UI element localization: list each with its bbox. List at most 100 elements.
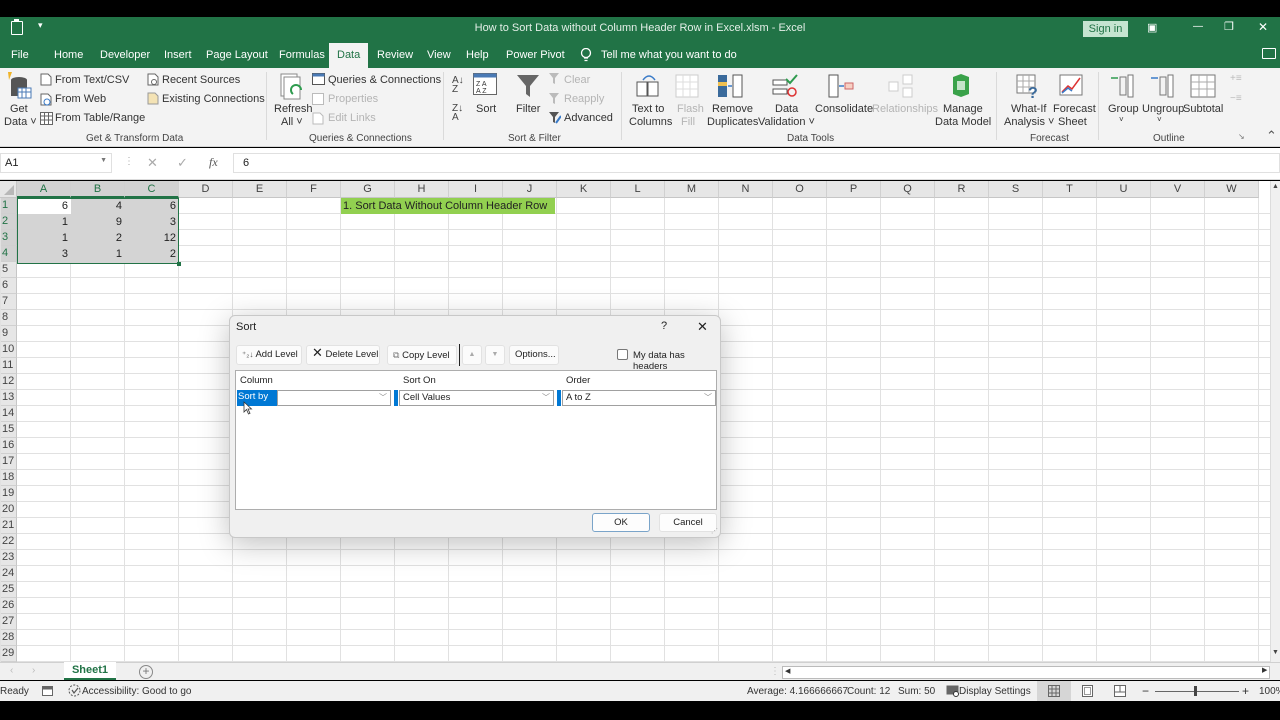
column-header-u[interactable]: U [1097, 181, 1151, 198]
resize-grip-icon[interactable]: ⋰ [711, 527, 718, 535]
column-header-f[interactable]: F [287, 181, 341, 198]
ok-button[interactable]: OK [592, 513, 650, 532]
column-header-o[interactable]: O [773, 181, 827, 198]
options-button[interactable]: Options... [509, 345, 559, 365]
normal-view-button[interactable] [1037, 681, 1071, 701]
page-break-view-icon[interactable] [1114, 685, 1126, 697]
tab-review[interactable]: Review [377, 49, 413, 61]
row-header-27[interactable]: 27 [0, 614, 17, 630]
row-header-18[interactable]: 18 [0, 470, 17, 486]
sign-in-button[interactable]: Sign in [1083, 21, 1128, 37]
outline-dialog-launcher[interactable]: ↘ [1238, 132, 1245, 141]
scroll-up-arrow-icon[interactable]: ▲ [1272, 183, 1279, 190]
row-header-1[interactable]: 1 [0, 198, 17, 214]
help-button[interactable]: ? [661, 320, 667, 332]
row-header-7[interactable]: 7 [0, 294, 17, 310]
cell-c3[interactable]: 12 [125, 230, 179, 246]
insert-function-button[interactable]: fx [209, 155, 218, 170]
minimize-button[interactable]: — [1193, 21, 1203, 32]
scroll-down-arrow-icon[interactable]: ▼ [1272, 649, 1279, 656]
add-sheet-button[interactable]: + [139, 665, 153, 679]
column-header-j[interactable]: J [503, 181, 557, 198]
delete-level-button[interactable]: ✕ Delete Level [306, 345, 380, 365]
row-header-5[interactable]: 5 [0, 262, 17, 278]
copy-level-button[interactable]: ⧉ Copy Level [387, 345, 457, 365]
status-average[interactable]: Average: 4.166666667 [747, 686, 848, 697]
macro-record-icon[interactable] [42, 685, 53, 696]
sort-on-select[interactable]: Cell Values ﹀ [399, 390, 554, 406]
row-header-21[interactable]: 21 [0, 518, 17, 534]
collapse-ribbon-button[interactable]: ⌃ [1266, 128, 1277, 144]
row-header-12[interactable]: 12 [0, 374, 17, 390]
row-header-23[interactable]: 23 [0, 550, 17, 566]
tab-power-pivot[interactable]: Power Pivot [506, 49, 565, 61]
tab-split-grip-icon[interactable]: ⋮ [770, 666, 780, 677]
row-header-24[interactable]: 24 [0, 566, 17, 582]
note-cell[interactable]: 1. Sort Data Without Column Header Row [341, 198, 555, 214]
zoom-out-button[interactable]: − [1142, 684, 1149, 698]
cell-b2[interactable]: 9 [71, 214, 125, 230]
page-layout-view-icon[interactable] [1082, 685, 1093, 697]
column-select[interactable]: ﹀ [277, 390, 391, 406]
ribbon-display-options-icon[interactable]: ▣ [1147, 21, 1157, 34]
cell-b4[interactable]: 1 [71, 246, 125, 262]
zoom-in-button[interactable]: + [1242, 684, 1249, 698]
cell-a3[interactable]: 1 [17, 230, 71, 246]
move-up-button[interactable]: ▲ [462, 345, 482, 365]
comments-icon[interactable] [1262, 48, 1276, 59]
cell-b3[interactable]: 2 [71, 230, 125, 246]
column-header-t[interactable]: T [1043, 181, 1097, 198]
display-settings-button[interactable]: Display Settings [959, 686, 1031, 697]
row-header-26[interactable]: 26 [0, 598, 17, 614]
zoom-slider-thumb[interactable] [1194, 686, 1197, 696]
sheet-tab-sheet1[interactable]: Sheet1 [64, 662, 116, 680]
row-header-6[interactable]: 6 [0, 278, 17, 294]
move-down-button[interactable]: ▼ [485, 345, 505, 365]
vertical-scrollbar[interactable]: ▲ ▼ [1270, 181, 1280, 662]
prev-sheet-arrow-icon[interactable]: ‹ [10, 665, 13, 676]
show-detail-button[interactable]: +≡ [1230, 73, 1242, 84]
horizontal-scrollbar[interactable]: ◀ [782, 666, 1270, 679]
row-header-11[interactable]: 11 [0, 358, 17, 374]
accessibility-status[interactable]: Accessibility: Good to go [82, 686, 192, 697]
restore-button[interactable]: ❐ [1224, 20, 1234, 33]
status-count[interactable]: Count: 12 [847, 686, 890, 697]
accessibility-icon[interactable] [68, 684, 81, 697]
row-header-16[interactable]: 16 [0, 438, 17, 454]
row-header-20[interactable]: 20 [0, 502, 17, 518]
zoom-slider[interactable] [1155, 691, 1239, 692]
fill-handle[interactable] [177, 262, 181, 266]
cell-c1[interactable]: 6 [125, 198, 179, 214]
tab-developer[interactable]: Developer [100, 49, 150, 61]
my-data-has-headers-checkbox[interactable] [617, 349, 628, 360]
tell-me-search[interactable]: Tell me what you want to do [601, 49, 737, 61]
row-header-3[interactable]: 3 [0, 230, 17, 246]
column-header-i[interactable]: I [449, 181, 503, 198]
cell-a4[interactable]: 3 [17, 246, 71, 262]
row-header-14[interactable]: 14 [0, 406, 17, 422]
name-box-dropdown-icon[interactable]: ▼ [100, 157, 107, 164]
column-header-k[interactable]: K [557, 181, 611, 198]
tab-insert[interactable]: Insert [164, 49, 192, 61]
column-header-g[interactable]: G [341, 181, 395, 198]
column-header-c[interactable]: C [125, 181, 179, 198]
column-header-h[interactable]: H [395, 181, 449, 198]
column-header-s[interactable]: S [989, 181, 1043, 198]
row-header-9[interactable]: 9 [0, 326, 17, 342]
row-header-10[interactable]: 10 [0, 342, 17, 358]
row-header-2[interactable]: 2 [0, 214, 17, 230]
zoom-level[interactable]: 100% [1259, 686, 1280, 697]
hide-detail-button[interactable]: −≡ [1230, 93, 1242, 104]
row-header-28[interactable]: 28 [0, 630, 17, 646]
column-header-n[interactable]: N [719, 181, 773, 198]
cell-b1[interactable]: 4 [71, 198, 125, 214]
cancel-button[interactable]: Cancel [659, 513, 717, 532]
scroll-right-arrow-icon[interactable]: ▶ [1262, 666, 1267, 674]
dialog-close-button[interactable]: ✕ [697, 319, 708, 335]
row-header-22[interactable]: 22 [0, 534, 17, 550]
tab-formulas[interactable]: Formulas [279, 49, 325, 61]
row-header-19[interactable]: 19 [0, 486, 17, 502]
next-sheet-arrow-icon[interactable]: › [32, 665, 35, 676]
column-header-w[interactable]: W [1205, 181, 1259, 198]
cell-a1[interactable]: 6 [17, 198, 71, 214]
